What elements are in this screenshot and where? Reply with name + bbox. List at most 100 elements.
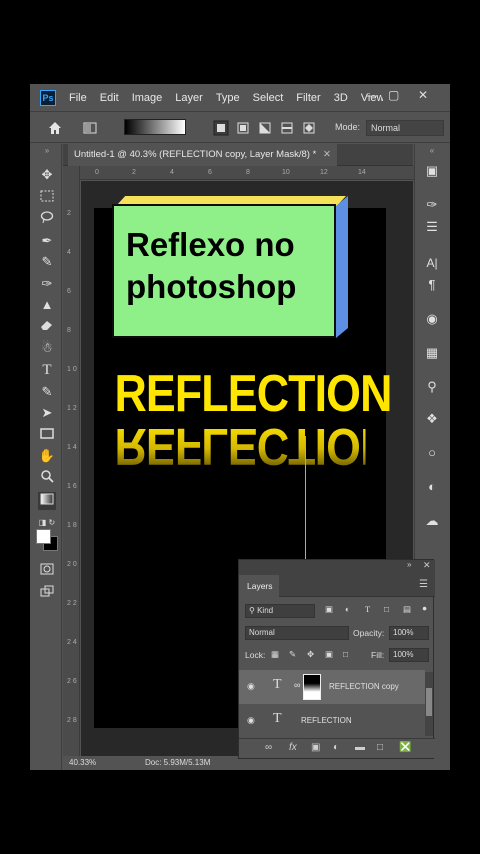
type-tool-icon[interactable]: T <box>38 361 56 379</box>
lock-pixels-icon[interactable]: ✎ <box>289 649 296 660</box>
linear-gradient-icon[interactable] <box>213 120 229 136</box>
fx-icon[interactable]: fx <box>289 742 297 753</box>
paint-bucket-tool-icon[interactable]: ☃ <box>38 339 56 357</box>
menu-type[interactable]: Type <box>216 92 240 104</box>
radial-gradient-icon[interactable] <box>235 120 251 136</box>
gradient-tool-icon[interactable] <box>38 492 56 510</box>
styles-panel-icon[interactable]: ◐ <box>423 478 441 496</box>
tab-layers[interactable]: Layers <box>239 575 279 597</box>
filter-shape-icon[interactable]: □ <box>384 604 389 614</box>
filter-type-icon[interactable]: T <box>365 604 370 614</box>
swatches-panel-icon[interactable]: ▦ <box>423 344 441 362</box>
document-tab-bar: Untitled-1 @ 40.3% (REFLECTION copy, Lay… <box>63 144 413 166</box>
panel-collapse-icon[interactable]: » <box>407 560 411 569</box>
document-tab[interactable]: Untitled-1 @ 40.3% (REFLECTION copy, Lay… <box>68 144 337 166</box>
libraries-panel-icon[interactable]: ☁ <box>423 512 441 530</box>
home-icon[interactable] <box>47 120 63 136</box>
fill-input[interactable]: 100% <box>389 648 429 662</box>
angle-gradient-icon[interactable] <box>257 120 273 136</box>
layer-name[interactable]: REFLECTION copy <box>329 682 399 691</box>
pen-tool-icon[interactable]: ✎ <box>38 383 56 401</box>
banner-side-face <box>336 196 348 338</box>
new-layer-icon[interactable]: □ <box>377 742 383 753</box>
menu-select[interactable]: Select <box>253 92 284 104</box>
quick-mask-icon[interactable] <box>38 562 56 580</box>
gradient-preset-icon[interactable] <box>82 120 98 136</box>
layer-mask-thumbnail[interactable] <box>303 674 321 700</box>
quick-selection-tool-icon[interactable]: ✒ <box>38 232 56 250</box>
filter-adjustment-icon[interactable]: ◐ <box>345 604 350 614</box>
menu-layer[interactable]: Layer <box>175 92 203 104</box>
marquee-tool-icon[interactable] <box>38 189 56 207</box>
lock-artboard-icon[interactable]: ▣ <box>325 649 333 660</box>
lasso-tool-icon[interactable] <box>38 210 56 228</box>
lock-transparent-icon[interactable]: ▦ <box>271 649 279 660</box>
panel-close-icon[interactable]: ✕ <box>423 560 431 571</box>
layer-row-reflection[interactable]: ◉ T REFLECTION <box>239 704 425 738</box>
delete-layer-icon[interactable]: ❎ <box>399 742 411 753</box>
menu-filter[interactable]: Filter <box>296 92 320 104</box>
clone-stamp-tool-icon[interactable]: ▲ <box>38 296 56 314</box>
zoom-level[interactable]: 40.33% <box>69 758 96 767</box>
paths-panel-icon[interactable]: ❖ <box>423 410 441 428</box>
move-tool-icon[interactable]: ✥ <box>38 166 56 184</box>
reflected-gradient-icon[interactable] <box>279 120 295 136</box>
ruler-v-label: 2 8 <box>67 717 77 724</box>
filter-pixel-icon[interactable]: ▣ <box>325 604 333 615</box>
maximize-button[interactable]: ▢ <box>388 88 399 102</box>
reflection-mirrored-text[interactable]: REFLECTION <box>114 417 391 475</box>
opacity-input[interactable]: 100% <box>389 626 429 640</box>
adjustments-panel-icon[interactable]: ☰ <box>423 218 441 236</box>
color-panel-icon[interactable]: ◉ <box>423 310 441 328</box>
minimize-button[interactable]: — <box>366 88 378 102</box>
path-selection-tool-icon[interactable]: ➤ <box>38 404 56 422</box>
group-folder-icon[interactable]: ▬ <box>355 742 365 753</box>
menu-edit[interactable]: Edit <box>100 92 119 104</box>
mask-link-icon[interactable]: ∞ <box>294 680 300 690</box>
brush-tool-icon[interactable]: ✑ <box>38 275 56 293</box>
brushes-panel-icon[interactable]: ✑ <box>423 196 441 214</box>
reflection-text[interactable]: REFLECTION <box>114 368 392 420</box>
mode-select[interactable]: Normal <box>366 120 444 136</box>
hand-tool-icon[interactable]: ✋ <box>38 447 56 465</box>
link-layers-icon[interactable]: ∞ <box>265 742 272 753</box>
panel-menu-icon[interactable]: ☰ <box>419 579 428 590</box>
collapse-toolbar-icon[interactable]: » <box>38 142 56 160</box>
adjustment-layer-icon[interactable]: ◐ <box>333 742 339 753</box>
properties-panel-icon[interactable]: ⚲ <box>423 378 441 396</box>
blend-mode-select[interactable]: Normal <box>245 626 349 640</box>
add-mask-icon[interactable]: ▣ <box>311 742 320 753</box>
scroll-thumb[interactable] <box>426 688 432 716</box>
lock-all-icon[interactable]: □ <box>343 649 348 659</box>
screen-mode-icon[interactable] <box>38 584 56 602</box>
filter-smart-object-icon[interactable]: ▤ <box>403 604 411 615</box>
character-panel-icon[interactable]: A| <box>423 254 441 272</box>
menu-file[interactable]: File <box>69 92 87 104</box>
layer-name[interactable]: REFLECTION <box>301 716 352 725</box>
eraser-tool-icon[interactable] <box>38 318 56 336</box>
menu-3d[interactable]: 3D <box>334 92 348 104</box>
gradient-picker[interactable] <box>124 119 186 135</box>
foreground-color-swatch[interactable] <box>36 529 51 544</box>
visibility-eye-icon[interactable]: ◉ <box>247 681 258 692</box>
menu-image[interactable]: Image <box>132 92 163 104</box>
layers-tab-row: Layers ☰ <box>239 575 435 597</box>
rectangle-tool-icon[interactable] <box>38 426 56 444</box>
layer-filter-select[interactable]: ⚲ Kind <box>245 604 315 618</box>
collapse-dock-icon[interactable]: « <box>423 142 441 160</box>
ruler-v-label: 1 4 <box>67 444 77 451</box>
ruler-v-label: 2 2 <box>67 600 77 607</box>
diamond-gradient-icon[interactable] <box>301 120 317 136</box>
paragraph-panel-icon[interactable]: ¶ <box>423 276 441 294</box>
close-tab-icon[interactable]: ✕ <box>323 149 331 160</box>
visibility-eye-icon[interactable]: ◉ <box>247 715 258 726</box>
eyedropper-tool-icon[interactable]: ✎ <box>38 253 56 271</box>
filter-toggle-icon[interactable]: ● <box>422 603 427 613</box>
layers-scrollbar[interactable] <box>425 672 433 736</box>
learn-panel-icon[interactable]: ▣ <box>423 162 441 180</box>
close-window-button[interactable]: ✕ <box>418 88 428 102</box>
channels-panel-icon[interactable]: ○ <box>423 444 441 462</box>
layer-row-reflection-copy[interactable]: ◉ T ∞ REFLECTION copy <box>239 670 425 704</box>
lock-position-icon[interactable]: ✥ <box>307 649 314 660</box>
zoom-tool-icon[interactable] <box>38 469 56 487</box>
